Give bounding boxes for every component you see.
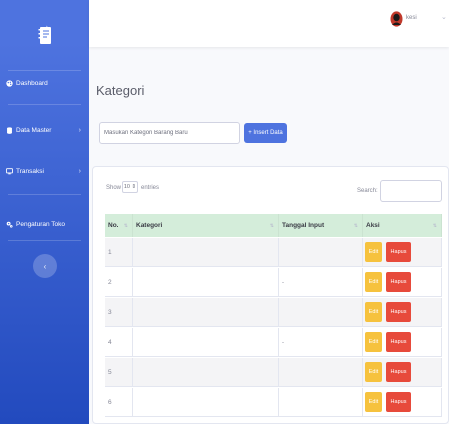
database-icon: [6, 126, 13, 134]
row-kategori: [133, 268, 279, 297]
table-row: 5 Edit Hapus: [105, 358, 442, 387]
edit-button[interactable]: Edit: [365, 302, 382, 322]
table-header: No. ⇅ Kategori ⇅ Tanggal Input ⇅ Aksi ⇅: [105, 214, 442, 237]
row-tanggal: -: [279, 328, 363, 357]
column-header-tanggal-input[interactable]: Tanggal Input ⇅: [279, 214, 363, 237]
row-actions: Edit Hapus: [363, 298, 442, 327]
table-row: 1 Edit Hapus: [105, 238, 442, 267]
column-label: Tanggal Input: [282, 222, 325, 229]
row-actions: Edit Hapus: [363, 358, 442, 387]
sidebar-item-label: Dashboard: [16, 79, 48, 87]
chevron-left-icon: ‹: [43, 261, 47, 271]
edit-button[interactable]: Edit: [365, 392, 382, 412]
page-size-select[interactable]: 10 ⇕: [122, 181, 138, 193]
delete-button[interactable]: Hapus: [386, 362, 411, 382]
chevron-down-icon[interactable]: ⌄: [441, 13, 447, 21]
row-tanggal: [279, 238, 363, 267]
sidebar-item-transaksi[interactable]: Transaksi ›: [0, 160, 89, 182]
column-label: Kategori: [136, 222, 163, 229]
search-label: Search:: [357, 188, 378, 194]
sidebar-item-label: Data Master: [16, 126, 52, 134]
row-tanggal: [279, 298, 363, 327]
sidebar-divider: [8, 240, 81, 241]
row-number: 4: [105, 328, 133, 357]
edit-button[interactable]: Edit: [365, 272, 382, 292]
sort-icon: ⇅: [123, 222, 128, 229]
row-number: 6: [105, 388, 133, 417]
table-row: 6 Edit Hapus: [105, 388, 442, 417]
cogs-icon: [6, 221, 13, 228]
row-tanggal: -: [279, 268, 363, 297]
sidebar-divider: [8, 70, 81, 71]
sidebar-divider: [8, 104, 81, 105]
row-kategori: [133, 388, 279, 417]
table-row: 3 Edit Hapus: [105, 298, 442, 327]
delete-button[interactable]: Hapus: [386, 272, 411, 292]
row-number: 2: [105, 268, 133, 297]
notebook-icon: [38, 25, 52, 45]
row-tanggal: [279, 358, 363, 387]
entries-label: entries: [141, 185, 160, 191]
edit-button[interactable]: Edit: [365, 332, 382, 352]
sort-icon: ⇅: [269, 222, 274, 229]
column-header-kategori[interactable]: Kategori ⇅: [133, 214, 279, 237]
row-kategori: [133, 238, 279, 267]
delete-button[interactable]: Hapus: [386, 242, 411, 262]
column-label: Aksi: [366, 222, 380, 229]
row-tanggal: [279, 388, 363, 417]
sort-icon: ⇅: [353, 222, 358, 229]
brand[interactable]: [0, 0, 89, 70]
page-title: Kategori: [96, 83, 145, 98]
row-number: 1: [105, 238, 133, 267]
row-kategori: [133, 298, 279, 327]
delete-button[interactable]: Hapus: [386, 392, 411, 412]
table-row: 4 - Edit Hapus: [105, 328, 442, 357]
category-input[interactable]: [99, 122, 240, 144]
sidebar-item-pengaturan-toko[interactable]: Pengaturan Toko: [0, 213, 89, 235]
delete-button[interactable]: Hapus: [386, 302, 411, 322]
chevron-right-icon: ›: [78, 126, 81, 134]
sidebar-item-label: Transaksi: [16, 167, 44, 175]
sidebar-item-dashboard[interactable]: Dashboard: [0, 72, 89, 94]
search-input[interactable]: [380, 180, 442, 202]
row-kategori: [133, 328, 279, 357]
column-header-no[interactable]: No. ⇅: [105, 214, 133, 237]
edit-button[interactable]: Edit: [365, 362, 382, 382]
row-actions: Edit Hapus: [363, 238, 442, 267]
row-number: 5: [105, 358, 133, 387]
topbar: kesi ⌄: [89, 0, 449, 47]
row-actions: Edit Hapus: [363, 268, 442, 297]
sort-icon: ⇅: [432, 222, 437, 229]
row-number: 3: [105, 298, 133, 327]
table-row: 2 - Edit Hapus: [105, 268, 442, 297]
palette-icon: [6, 79, 13, 87]
insert-data-button[interactable]: + Insert Data: [244, 123, 287, 143]
sidebar-item-data-master[interactable]: Data Master ›: [0, 119, 89, 141]
show-label: Show: [106, 185, 122, 191]
row-actions: Edit Hapus: [363, 388, 442, 417]
sidebar-toggle-button[interactable]: ‹: [33, 254, 57, 278]
edit-button[interactable]: Edit: [365, 242, 382, 262]
sidebar-divider: [8, 194, 81, 195]
sidebar: Dashboard Data Master › Transaksi › Peng…: [0, 0, 89, 424]
sidebar-item-label: Pengaturan Toko: [16, 220, 66, 228]
desktop-icon: [6, 167, 13, 175]
row-actions: Edit Hapus: [363, 328, 442, 357]
column-label: No.: [108, 222, 119, 229]
row-kategori: [133, 358, 279, 387]
user-avatar[interactable]: [390, 11, 403, 27]
user-name[interactable]: kesi: [406, 15, 417, 21]
delete-button[interactable]: Hapus: [386, 332, 411, 352]
chevron-right-icon: ›: [78, 167, 81, 175]
column-header-aksi[interactable]: Aksi ⇅: [363, 214, 442, 237]
